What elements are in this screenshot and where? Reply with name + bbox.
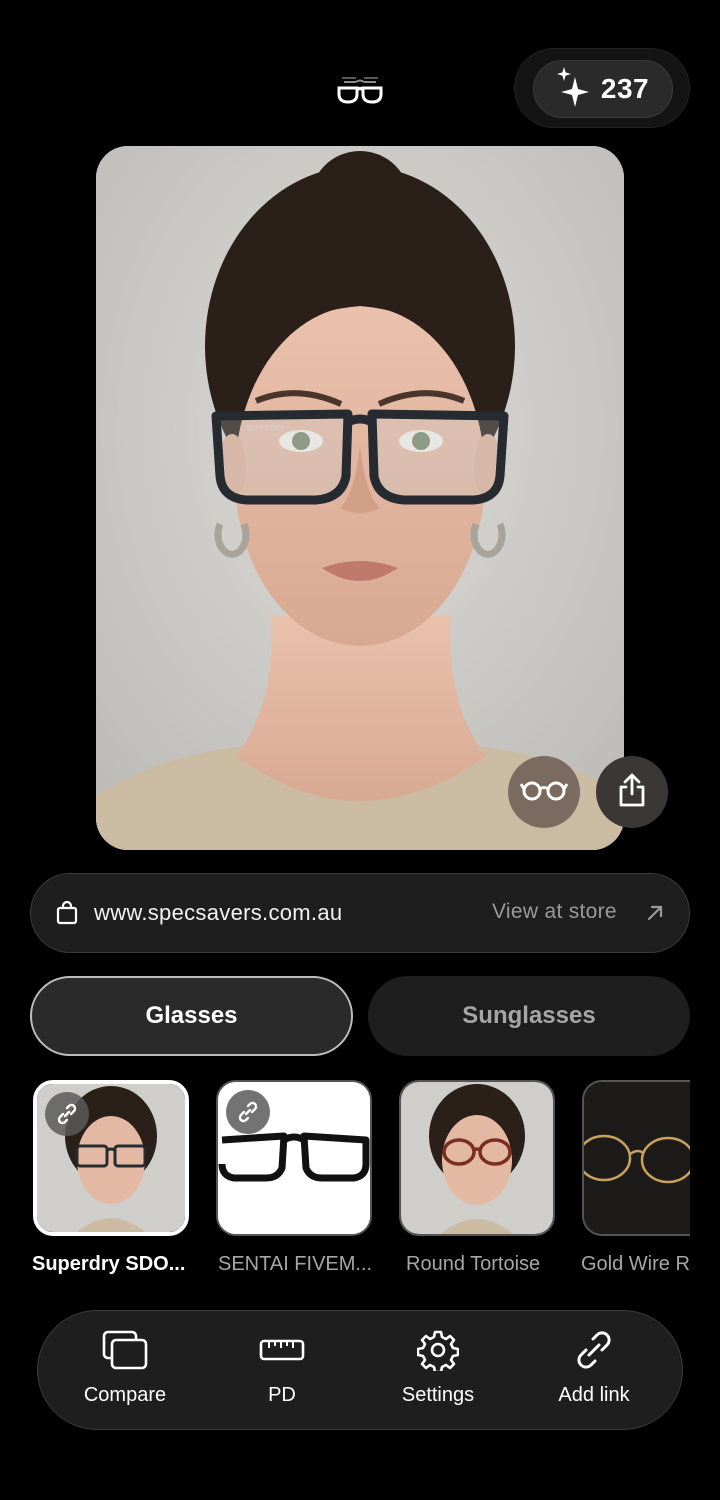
pd-label: PD [268,1384,296,1406]
add-link-label: Add link [558,1384,630,1406]
glasses-toggle-button[interactable] [508,756,580,828]
frame-label-sentai: SENTAI FIVEM... [218,1253,373,1275]
frame-thumbnail-round-tortoise[interactable] [399,1080,555,1236]
app-logo-icon [336,72,384,106]
ruler-icon [259,1326,305,1374]
shopping-bag-icon [56,900,78,930]
settings-button[interactable]: Settings [378,1326,498,1416]
pd-button[interactable]: PD [222,1326,342,1416]
thumbnail-strip-edge [690,1078,720,1278]
try-on-photo: SUPERDRY [96,146,624,850]
frame-label-superdry: Superdry SDO... [32,1253,186,1275]
credits-button[interactable]: 237 [533,60,673,118]
tab-glasses[interactable]: Glasses [30,976,353,1056]
frame-label-round-tortoise: Round Tortoise [406,1253,541,1275]
credits-count: 237 [600,73,650,104]
frame-thumbnail-superdry[interactable] [33,1080,189,1236]
arrow-up-right-icon [645,903,665,928]
frame-thumbnail-gold-wire[interactable] [582,1080,702,1236]
settings-label: Settings [401,1384,475,1406]
compare-label: Compare [83,1384,167,1406]
share-icon [616,772,648,813]
glasses-icon [519,778,569,807]
compare-icon [102,1326,148,1374]
store-url[interactable]: www.specsavers.com.au [94,900,342,926]
sparkles-icon [556,66,591,112]
tab-sunglasses[interactable]: Sunglasses [368,976,690,1056]
compare-button[interactable]: Compare [65,1326,185,1416]
link-badge [226,1090,270,1134]
link-icon [573,1326,615,1374]
view-at-store-link[interactable]: View at store [492,900,617,924]
frame-label-gold-wire: Gold Wire R [581,1253,690,1275]
gear-icon [417,1326,459,1374]
share-button[interactable] [596,756,668,828]
glasses-brand-text: SUPERDRY [246,425,285,432]
link-badge [45,1092,89,1136]
add-link-button[interactable]: Add link [534,1326,654,1416]
frame-thumbnail-sentai[interactable] [216,1080,372,1236]
